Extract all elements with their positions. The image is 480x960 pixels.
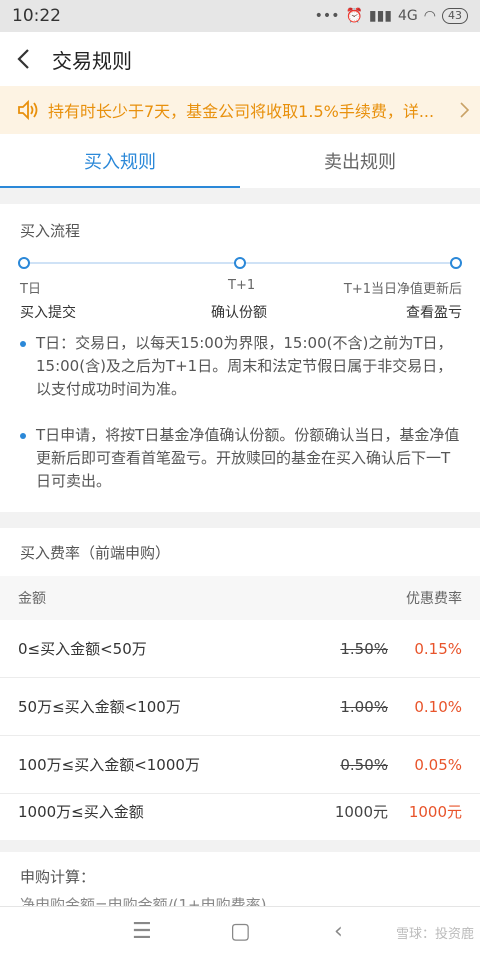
chevron-left-icon: [17, 49, 29, 69]
step-dot: [450, 257, 462, 269]
back-nav-icon[interactable]: ‹: [334, 919, 343, 944]
step-time: T日: [20, 282, 41, 297]
fee-discount: 0.15%: [414, 639, 462, 658]
flow-note: T日：交易日，以每天15:00为界限，15:00(不含)之前为T日，15:00(…: [20, 332, 464, 401]
system-nav-bar: ☰ ▢ ‹ 雪球：投资鹿: [0, 906, 480, 960]
col-amount: 金额: [18, 591, 46, 607]
tab-sell-rules[interactable]: 卖出规则: [240, 134, 480, 188]
wifi-icon: ◠: [423, 8, 436, 24]
home-icon[interactable]: ▢: [230, 919, 251, 944]
table-row: 50万≤买入金额<100万 1.00% 0.10%: [0, 678, 480, 736]
flow-note-text: T日申请，将按T日基金净值确认份额。份额确认当日，基金净值更新后即可查看首笔盈亏…: [36, 426, 460, 490]
notice-banner[interactable]: 持有时长少于7天，基金公司将收取1.5%手续费，详...: [0, 86, 480, 134]
fee-discount: 0.05%: [414, 755, 462, 774]
tab-bar: 买入规则 卖出规则: [0, 134, 480, 188]
back-button[interactable]: [0, 32, 46, 86]
status-time: 10:22: [12, 6, 61, 26]
calc-title: 申购计算：: [20, 868, 96, 886]
more-icon: •••: [314, 8, 340, 24]
signal-icon: ▮▮▮: [368, 8, 393, 24]
alarm-icon: ⏰: [345, 8, 363, 24]
step-time: T+1: [228, 278, 256, 293]
flow-note-text: T日：交易日，以每天15:00为界限，15:00(不含)之前为T日，15:00(…: [36, 334, 453, 398]
step-label: 买入提交: [20, 305, 76, 321]
flow-note: T日申请，将按T日基金净值确认份额。份额确认当日，基金净值更新后即可查看首笔盈亏…: [20, 424, 464, 493]
page-title: 交易规则: [52, 48, 132, 73]
menu-icon[interactable]: ☰: [132, 919, 152, 944]
fee-table-header: 金额 优惠费率: [0, 576, 480, 620]
fee-original: 1.50%: [340, 639, 388, 658]
fee-discount: 1000元: [408, 802, 462, 821]
buy-flow-title: 买入流程: [20, 222, 81, 240]
col-rate: 优惠费率: [406, 591, 462, 607]
nav-bar: 交易规则: [0, 32, 480, 86]
buy-flow-section: 买入流程 T日 T+1 T+1当日净值更新后 买入提交 确认份额 查看盈亏 T日…: [0, 204, 480, 512]
fee-original: 0.50%: [340, 755, 388, 774]
fee-amount: 50万≤买入金额<100万: [18, 698, 181, 716]
fee-title: 买入费率（前端申购）: [20, 544, 171, 562]
step-dot: [18, 257, 30, 269]
step-time: T+1当日净值更新后: [343, 282, 462, 297]
step-dot: [234, 257, 246, 269]
watermark: 雪球：投资鹿: [395, 927, 474, 942]
step-label: 确认份额: [211, 305, 267, 321]
table-row: 0≤买入金额<50万 1.50% 0.15%: [0, 620, 480, 678]
bullet-dot: [20, 433, 26, 439]
fee-amount: 100万≤买入金额<1000万: [18, 756, 200, 774]
status-bar: 10:22 ••• ⏰ ▮▮▮ 4G ◠ 43: [0, 0, 480, 32]
notice-text: 持有时长少于7天，基金公司将收取1.5%手续费，详...: [48, 102, 435, 121]
tab-buy-rules[interactable]: 买入规则: [0, 134, 240, 188]
fee-original: 1.00%: [340, 697, 388, 716]
status-icons: ••• ⏰ ▮▮▮ 4G ◠ 43: [315, 8, 468, 24]
fee-section: 买入费率（前端申购） 金额 优惠费率 0≤买入金额<50万 1.50% 0.15…: [0, 528, 480, 840]
flow-timeline: [18, 257, 462, 269]
step-label: 查看盈亏: [406, 305, 462, 321]
bullet-dot: [20, 341, 26, 347]
table-row: 1000万≤买入金额 1000元 1000元: [0, 782, 480, 840]
fee-amount: 1000万≤买入金额: [18, 802, 144, 821]
network-type: 4G: [398, 8, 418, 24]
fee-discount: 0.10%: [414, 697, 462, 716]
battery-icon: 43: [442, 8, 468, 24]
speaker-icon: [18, 99, 38, 121]
fee-amount: 0≤买入金额<50万: [18, 640, 147, 658]
fee-original: 1000元: [334, 802, 388, 821]
chevron-right-icon: [460, 102, 470, 118]
